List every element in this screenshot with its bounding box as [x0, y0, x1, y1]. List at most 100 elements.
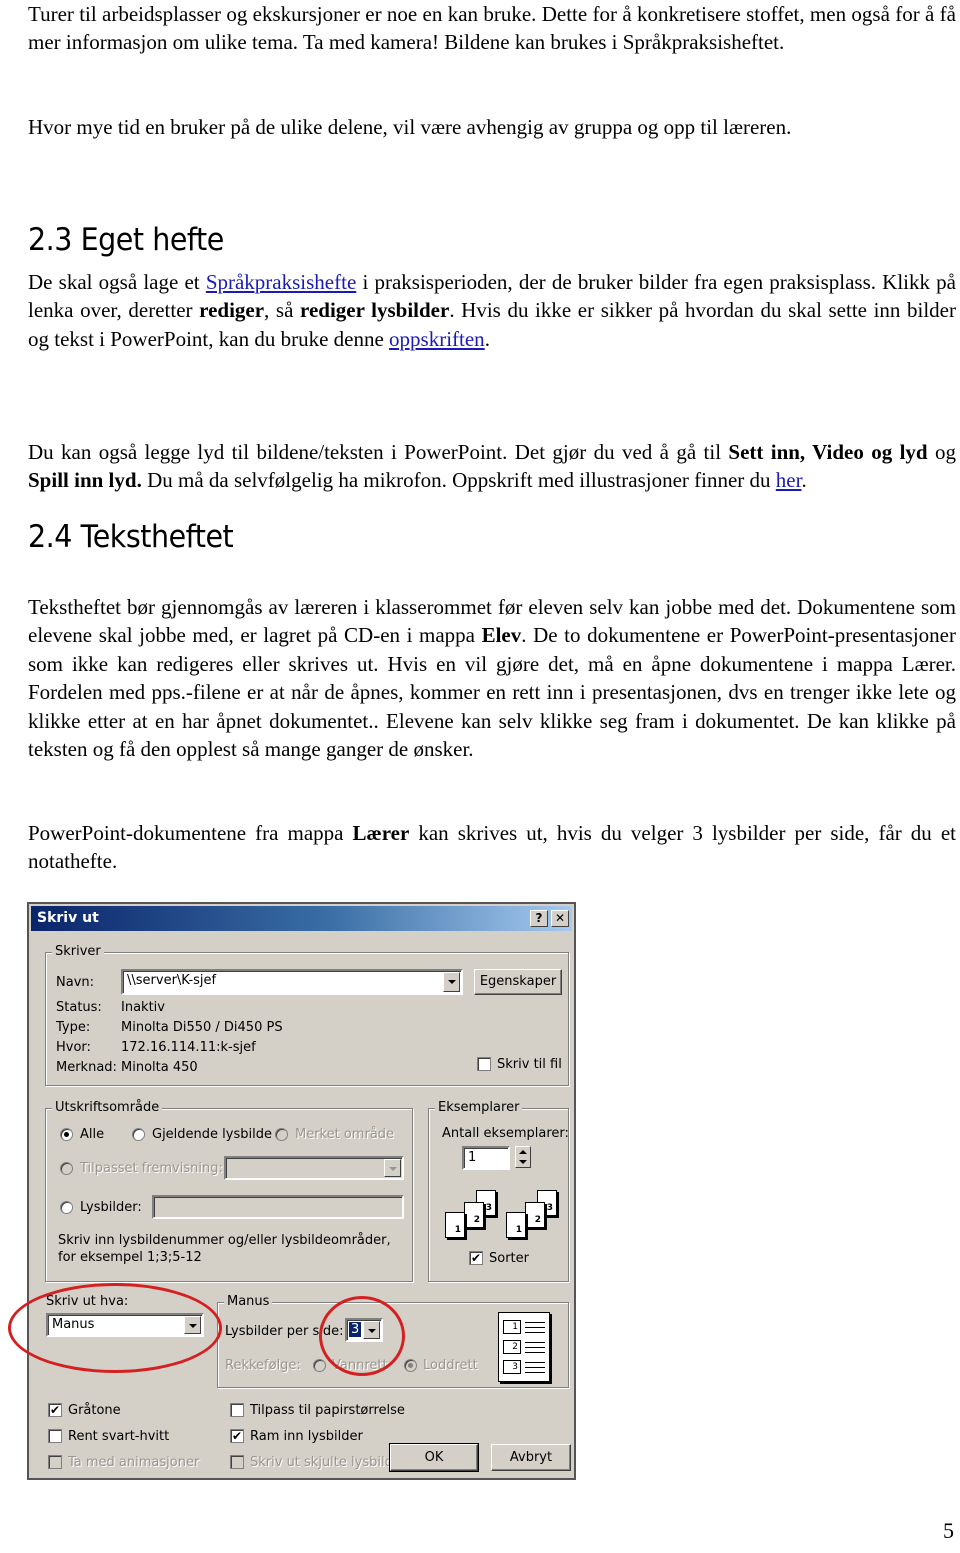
- annotation-ellipse-print-what: [8, 1283, 222, 1373]
- section-heading-2-4: 2.4 Tekstheftet: [28, 519, 234, 555]
- time-paragraph: Hvor mye tid en bruker på de ulike delen…: [28, 115, 792, 139]
- scale-to-fit-label: Tilpass til papirstørrelse: [250, 1403, 405, 1418]
- copies-count-label: Antall eksemplarer:: [442, 1126, 569, 1141]
- text-span: Du må da selvfølgelig ha mikrofon. Oppsk…: [141, 468, 776, 493]
- frame-slides-checkbox[interactable]: ✔: [230, 1429, 244, 1443]
- copies-spinner[interactable]: [515, 1146, 531, 1168]
- notes-lines-icon: [525, 1362, 545, 1373]
- sprakpraksishefte-link[interactable]: Språkpraksishefte: [206, 270, 356, 294]
- printer-name-label: Navn:: [56, 975, 95, 990]
- print-to-file-checkbox[interactable]: [477, 1057, 491, 1071]
- her-link[interactable]: her: [776, 468, 802, 492]
- page-icon: 1: [506, 1212, 526, 1238]
- bold-text: rediger lysbilder: [300, 298, 450, 323]
- hidden-slides-checkbox[interactable]: [230, 1455, 244, 1469]
- all-radio[interactable]: [60, 1128, 73, 1141]
- notes-lines-icon: [525, 1322, 545, 1333]
- print-range-legend: Utskriftsområde: [52, 1100, 163, 1115]
- cancel-button[interactable]: Avbryt: [491, 1444, 571, 1471]
- slides-radio[interactable]: [60, 1201, 73, 1214]
- notes-lines-icon: [525, 1342, 545, 1353]
- chevron-down-icon[interactable]: [384, 1159, 401, 1177]
- handout-slot: 1: [503, 1320, 521, 1334]
- section-2-3-paragraph-1: De skal også lage et Språkpraksishefte i…: [28, 268, 956, 353]
- bold-text: Spill inn lyd.: [28, 468, 142, 493]
- close-button[interactable]: ✕: [551, 910, 569, 927]
- close-icon: ✕: [554, 911, 566, 925]
- handout-slot: 2: [503, 1340, 521, 1354]
- text-span: og: [927, 440, 956, 464]
- section-2-3-paragraph-2: Du kan også legge lyd til bildene/tekste…: [28, 438, 956, 495]
- section-heading-2-3: 2.3 Eget hefte: [28, 222, 224, 258]
- where-label: Hvor:: [56, 1040, 91, 1055]
- pure-black-white-checkbox[interactable]: [48, 1429, 62, 1443]
- slides-input[interactable]: [152, 1195, 404, 1219]
- page-icon: 2: [464, 1202, 484, 1228]
- pure-black-white-label: Rent svart-hvitt: [68, 1429, 170, 1444]
- page-icon: 1: [445, 1212, 465, 1238]
- scale-to-fit-checkbox[interactable]: [230, 1403, 244, 1417]
- current-slide-radio[interactable]: [132, 1128, 145, 1141]
- text-span: .: [484, 326, 490, 351]
- dialog-titlebar: Skriv ut ? ✕: [31, 906, 572, 931]
- slides-hint: Skriv inn lysbildenummer og/eller lysbil…: [58, 1233, 391, 1265]
- spin-up-icon[interactable]: [519, 1150, 527, 1154]
- vertical-radio[interactable]: [404, 1359, 417, 1372]
- checkmark-icon: ✔: [470, 1251, 482, 1265]
- frame-slides-label: Ram inn lysbilder: [250, 1429, 363, 1444]
- comment-label: Merknad:: [56, 1060, 117, 1075]
- chevron-down-icon[interactable]: [443, 972, 460, 992]
- ok-button[interactable]: OK: [389, 1443, 479, 1472]
- handout-slot: 3: [503, 1360, 521, 1374]
- type-value: Minolta Di550 / Di450 PS: [121, 1020, 283, 1035]
- custom-show-label: Tilpasset fremvisning:: [80, 1161, 223, 1176]
- annotation-ellipse-slides-per-page: [319, 1296, 405, 1376]
- order-label: Rekkefølge:: [225, 1358, 301, 1373]
- text-span: De skal også lage et: [28, 270, 206, 294]
- copies-count-value: 1: [468, 1150, 477, 1165]
- text-span: Du kan også legge lyd til bildene/tekste…: [28, 440, 729, 464]
- bold-text: Sett inn, Video og lyd: [728, 440, 928, 464]
- copies-count-input[interactable]: 1: [462, 1146, 510, 1170]
- custom-show-combobox[interactable]: [224, 1156, 404, 1180]
- current-slide-label: Gjeldende lysbilde: [152, 1127, 272, 1142]
- selection-radio[interactable]: [275, 1128, 288, 1141]
- comment-value: Minolta 450: [121, 1060, 198, 1075]
- oppskriften-link[interactable]: oppskriften: [389, 327, 485, 351]
- collate-checkbox[interactable]: ✔: [469, 1251, 483, 1265]
- page-number: 5: [943, 1518, 954, 1543]
- section-2-4-paragraph-1: Tekstheftet bør gjennomgås av læreren i …: [28, 593, 956, 763]
- horizontal-radio[interactable]: [313, 1359, 326, 1372]
- section-2-4-paragraph-2: PowerPoint-dokumentene fra mappa Lærer k…: [28, 819, 956, 876]
- checkmark-icon: ✔: [231, 1429, 243, 1443]
- printer-name-combobox[interactable]: \\server\K-sjef: [121, 969, 463, 995]
- handout-preview: 1 2 3: [498, 1312, 550, 1382]
- bold-text: Elev: [481, 623, 522, 648]
- printer-group-legend: Skriver: [52, 944, 104, 959]
- bold-text: Lærer: [352, 821, 410, 845]
- printer-name-value: \\server\K-sjef: [127, 973, 217, 988]
- properties-button[interactable]: Egenskaper: [474, 969, 562, 995]
- spin-down-icon[interactable]: [519, 1160, 527, 1164]
- text-span: .: [801, 468, 807, 493]
- hidden-slides-label: Skriv ut skjulte lysbilder: [250, 1455, 407, 1470]
- animations-checkbox[interactable]: [48, 1455, 62, 1469]
- slides-label: Lysbilder:: [80, 1200, 142, 1215]
- checkmark-icon: ✔: [49, 1403, 61, 1417]
- help-icon: ?: [535, 911, 543, 925]
- custom-show-radio[interactable]: [60, 1162, 73, 1175]
- print-to-file-label: Skriv til fil: [497, 1057, 562, 1072]
- copies-legend: Eksemplarer: [435, 1100, 523, 1115]
- status-label: Status:: [56, 1000, 102, 1015]
- text-span: , så: [264, 298, 300, 323]
- grayscale-checkbox[interactable]: ✔: [48, 1403, 62, 1417]
- type-label: Type:: [56, 1020, 91, 1035]
- help-button[interactable]: ?: [530, 910, 548, 927]
- bold-text: rediger: [199, 298, 265, 323]
- grayscale-label: Gråtone: [68, 1403, 121, 1418]
- dialog-title: Skriv ut: [37, 910, 99, 926]
- all-label: Alle: [80, 1127, 105, 1142]
- selection-label: Merket område: [295, 1127, 395, 1142]
- handouts-legend: Manus: [224, 1294, 273, 1309]
- print-dialog: Skriv ut ? ✕ Skriver Navn: \\server\K-sj…: [27, 902, 576, 1480]
